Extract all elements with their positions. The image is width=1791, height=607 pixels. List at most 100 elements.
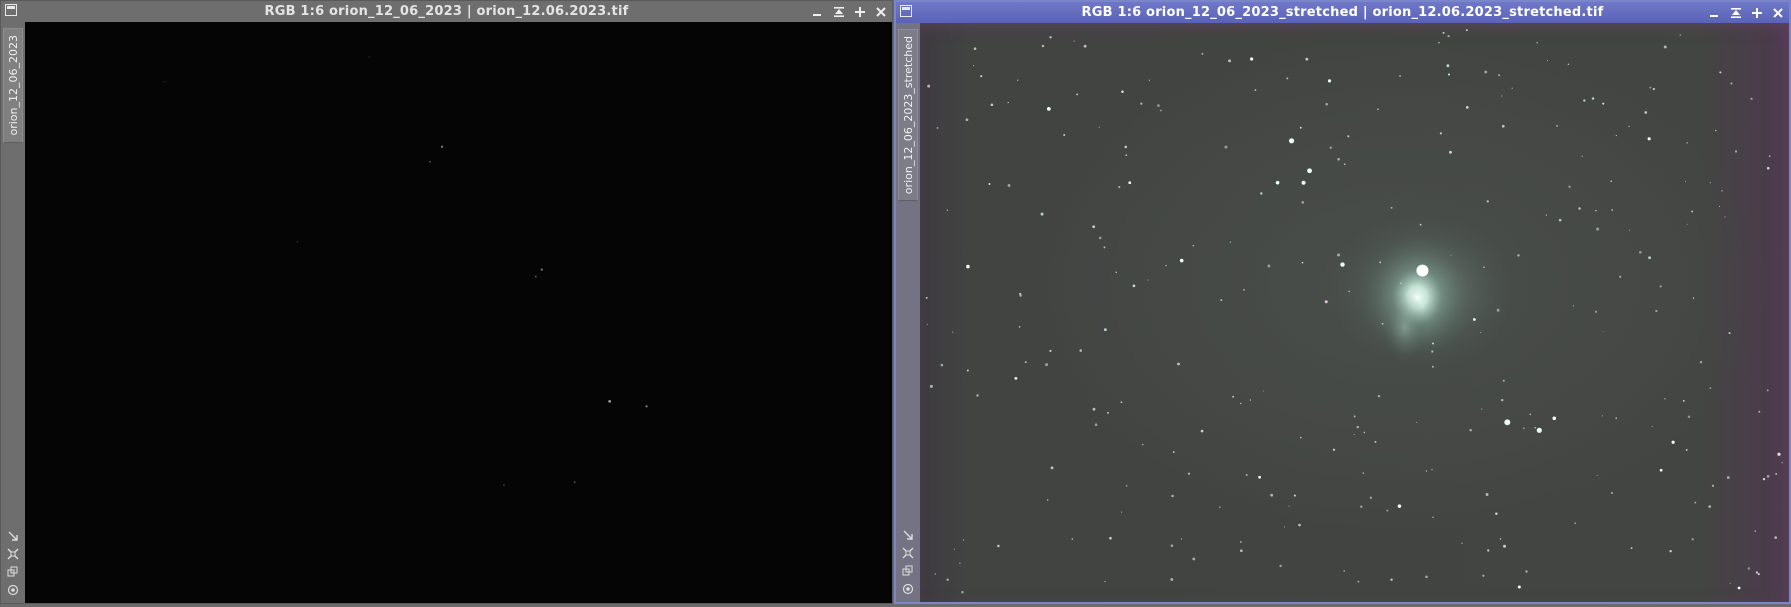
star	[1386, 509, 1389, 512]
star	[1076, 93, 1079, 96]
star	[1140, 102, 1143, 105]
view-tab[interactable]: orion_12_06_2023	[3, 28, 23, 143]
star	[1118, 185, 1121, 189]
image-canvas-original[interactable]	[25, 22, 892, 603]
star	[1774, 536, 1778, 539]
star	[1425, 575, 1428, 579]
star	[1103, 328, 1107, 332]
star	[1018, 325, 1021, 328]
image-canvas-stretched[interactable]	[920, 23, 1789, 602]
view-tab-label: orion_12_06_2023_stretched	[901, 36, 915, 195]
close-icon[interactable]	[873, 4, 888, 19]
star	[1141, 443, 1144, 446]
star	[973, 65, 975, 67]
window-titlebar[interactable]: RGB 1:6 orion_12_06_2023 | orion_12.06.2…	[1, 1, 892, 22]
star	[1121, 90, 1124, 93]
maximize-icon[interactable]	[852, 4, 867, 19]
maximize-icon[interactable]	[1749, 5, 1764, 20]
star	[1337, 157, 1340, 161]
star	[1431, 350, 1434, 353]
clone-icon[interactable]	[5, 565, 21, 579]
window-sidebar: orion_12_06_2023	[1, 22, 25, 603]
minimize-icon[interactable]	[1707, 5, 1722, 20]
star	[1171, 494, 1174, 498]
star	[1279, 564, 1282, 568]
star	[990, 103, 994, 107]
star	[1347, 135, 1350, 138]
star	[1594, 310, 1598, 313]
star	[1275, 180, 1280, 185]
star	[1379, 261, 1382, 264]
star	[1567, 63, 1570, 65]
star	[1157, 104, 1160, 107]
zoom-arrow-icon[interactable]	[5, 529, 21, 543]
shade-icon[interactable]	[1728, 5, 1743, 20]
star	[1124, 145, 1128, 149]
star	[1092, 407, 1096, 411]
star	[1709, 387, 1712, 390]
star	[1192, 244, 1195, 247]
star	[1495, 512, 1498, 515]
star	[1260, 192, 1263, 195]
clone-icon[interactable]	[900, 564, 916, 578]
star	[940, 363, 944, 367]
star	[1419, 223, 1422, 226]
star	[1353, 415, 1356, 418]
star	[1092, 225, 1096, 229]
zoom-arrow-icon[interactable]	[900, 528, 916, 542]
nebula-wing	[1382, 292, 1427, 363]
star	[1249, 399, 1252, 401]
star	[1046, 106, 1051, 111]
window-titlebar[interactable]: RGB 1:6 orion_12_06_2023_stretched | ori…	[896, 2, 1789, 23]
shade-icon[interactable]	[831, 4, 846, 19]
star	[1601, 415, 1603, 417]
star	[1719, 71, 1722, 74]
window-title: RGB 1:6 orion_12_06_2023_stretched | ori…	[1081, 5, 1604, 20]
window-menu-icon[interactable]	[900, 5, 912, 17]
star	[1329, 146, 1333, 149]
star	[1583, 99, 1586, 102]
window-sidebar: orion_12_06_2023_stretched	[896, 23, 920, 602]
star	[1450, 254, 1452, 256]
identify-icon[interactable]	[5, 583, 21, 597]
star	[1611, 208, 1614, 211]
star	[1486, 200, 1489, 203]
star	[1270, 493, 1274, 497]
star	[1442, 31, 1445, 34]
star	[1596, 474, 1598, 476]
star	[1755, 571, 1759, 574]
star	[929, 384, 933, 388]
star	[1219, 506, 1221, 508]
star	[925, 296, 928, 299]
star	[1438, 41, 1440, 44]
star	[1340, 262, 1345, 267]
star	[1301, 201, 1305, 204]
view-tab[interactable]: orion_12_06_2023_stretched	[898, 29, 918, 202]
star	[1258, 475, 1262, 479]
star	[1501, 124, 1505, 128]
fit-view-icon[interactable]	[5, 547, 21, 561]
fit-view-icon[interactable]	[900, 546, 916, 560]
star	[1685, 448, 1688, 452]
star	[1594, 209, 1597, 212]
star	[1240, 402, 1242, 405]
star	[1024, 361, 1027, 364]
star	[1747, 567, 1751, 570]
image-window-stretched[interactable]: RGB 1:6 orion_12_06_2023_stretched | ori…	[894, 0, 1791, 604]
star	[1485, 493, 1489, 496]
star	[1775, 472, 1778, 475]
image-window-original[interactable]: RGB 1:6 orion_12_06_2023 | orion_12.06.2…	[0, 0, 893, 604]
star	[1357, 580, 1360, 583]
minimize-icon[interactable]	[810, 4, 825, 19]
window-menu-icon[interactable]	[5, 4, 17, 16]
star	[1730, 82, 1733, 85]
star	[934, 573, 936, 575]
star	[1758, 410, 1761, 413]
close-icon[interactable]	[1770, 5, 1785, 20]
star	[1766, 166, 1770, 170]
star	[1254, 89, 1257, 91]
star	[1708, 505, 1712, 509]
identify-icon[interactable]	[900, 582, 916, 596]
star	[1431, 365, 1434, 368]
star	[1711, 484, 1715, 487]
